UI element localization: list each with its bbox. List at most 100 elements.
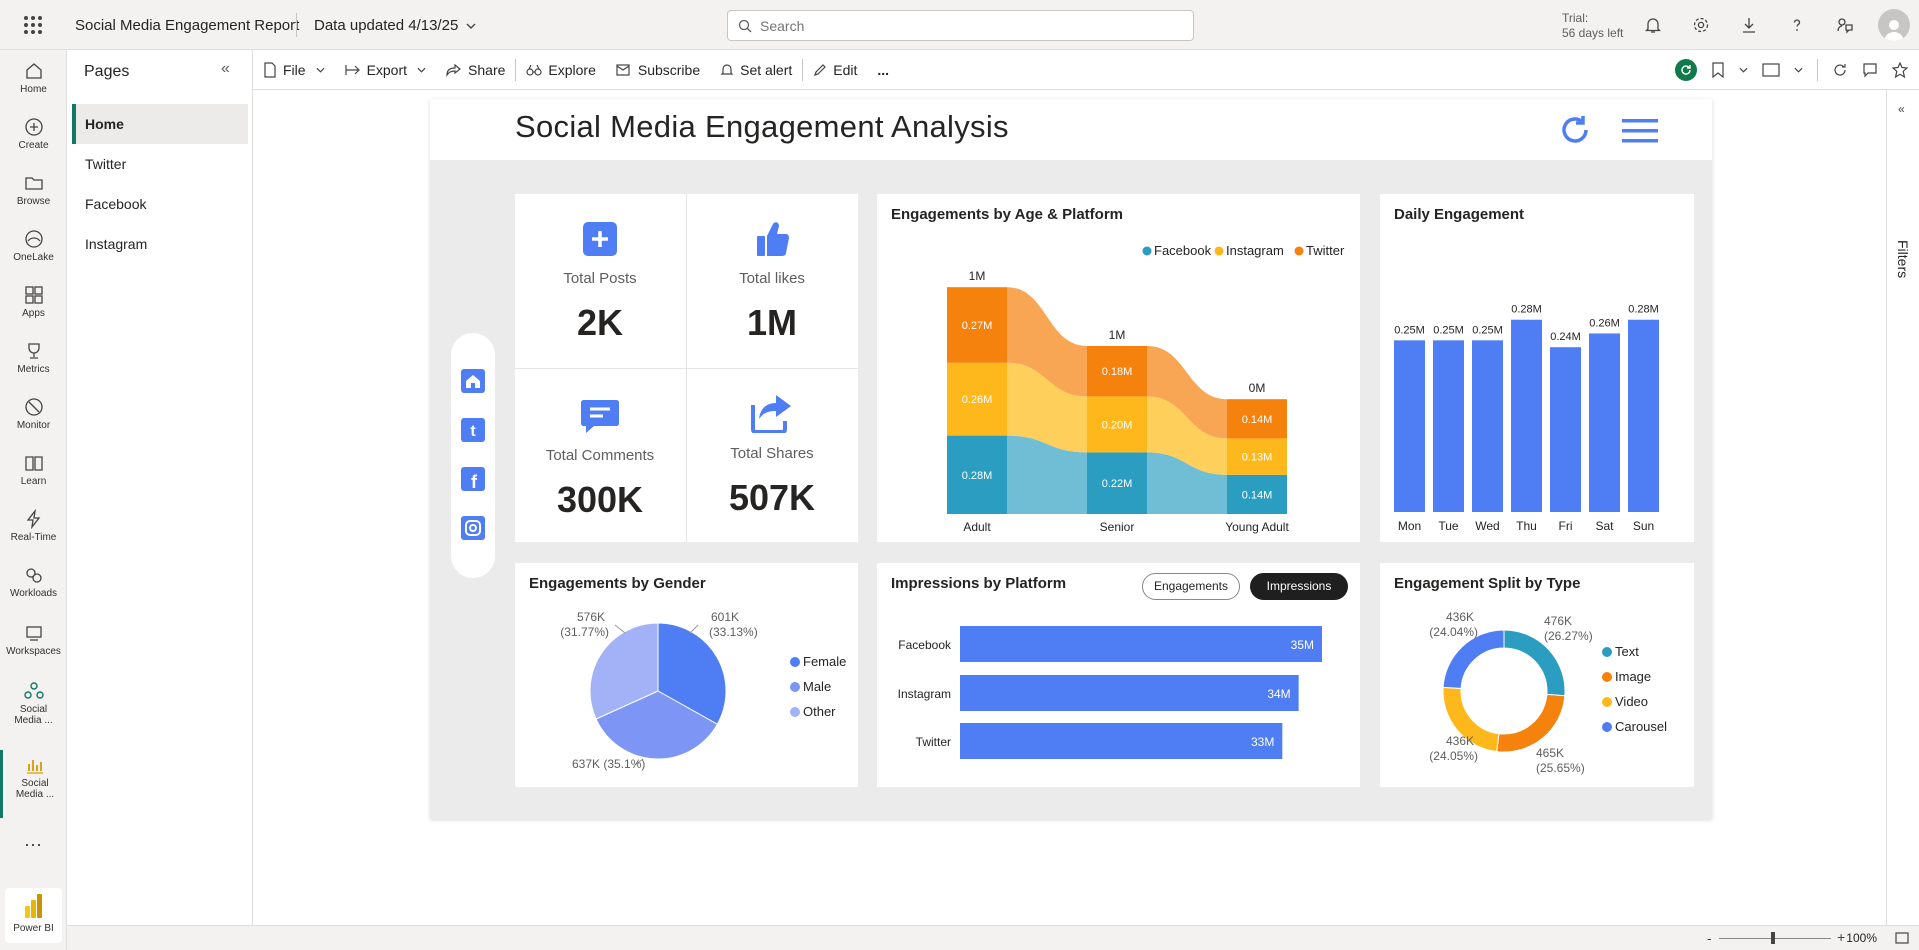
binoculars-icon [526,64,542,76]
age-platform-chart: Facebook Instagram Twitter 0.28M 0.26M 0.27M 1… [947,243,1345,534]
rail-learn[interactable]: Learn [0,450,67,487]
y-tick-label: Twitter [916,735,951,749]
explore-button[interactable]: Explore [516,50,605,90]
create-icon [24,118,43,136]
trial-label: Trial: [1562,11,1589,25]
chevron-down-icon [466,23,476,29]
y-tick-label: Instagram [898,687,951,701]
user-avatar[interactable] [1878,9,1910,41]
rail-onelake[interactable]: OneLake [0,226,67,263]
instagram-icon[interactable] [461,516,485,540]
page-item-home[interactable]: Home [72,104,248,144]
filters-pane-collapsed[interactable]: « Filters [1886,90,1919,925]
chevron-down-icon[interactable] [1794,67,1803,73]
rail-workspaces[interactable]: Workspaces [0,620,67,657]
daily-engagement-chart: 0.25M Mon 0.25M Tue 0.25M Wed 0.28M Thu 0.24M Fri… [1394,304,1659,533]
legend-marker-other [790,707,800,717]
kpi-label: Total Shares [730,445,814,462]
daily-bar [1511,319,1542,512]
data-label: (31.77%) [560,625,609,639]
facebook-icon[interactable]: f [461,467,485,491]
data-label: 0.14M [1242,414,1273,426]
rail-metrics[interactable]: Metrics [0,338,67,375]
chevron-down-icon[interactable] [1739,67,1748,73]
more-options-button[interactable]: ... [867,50,899,90]
rail-browse[interactable]: Browse [0,170,67,207]
legend-label: Text [1615,644,1639,659]
refresh-icon[interactable] [1832,62,1848,78]
rail-realtime[interactable]: Real-Time [0,506,67,543]
rail-workloads[interactable]: Workloads [0,562,67,599]
legend-label: Twitter [1306,243,1345,258]
subscribe-button[interactable]: Subscribe [606,50,710,90]
settings-gear-icon[interactable] [1688,12,1714,38]
share-feedback-icon[interactable] [1832,12,1858,38]
data-updated-dropdown[interactable]: Data updated 4/13/25 [314,17,476,34]
view-controls [1675,50,1908,90]
bookmark-icon[interactable] [1711,62,1725,78]
share-button[interactable]: Share [436,50,515,90]
explore-label: Explore [548,61,596,78]
search-input[interactable] [760,17,1160,34]
zoom-slider-thumb[interactable] [1771,932,1775,944]
rail-more-button[interactable]: ... [0,830,67,851]
data-label: 0.18M [1102,366,1133,378]
legend-label: Image [1615,669,1651,684]
rail-home[interactable]: Home [0,58,67,95]
file-menu[interactable]: File [253,50,335,90]
top-icon-group [1640,12,1858,38]
data-label: 436K [1446,610,1474,624]
search-box[interactable] [727,10,1194,41]
comment-icon[interactable] [1862,62,1878,78]
action-bar: File Export Share Explore Subscribe Set … [253,50,1919,90]
browse-icon [24,177,43,190]
kpi-label: Total Posts [563,270,637,287]
twitter-icon[interactable]: t [461,418,485,442]
favorite-star-icon[interactable] [1892,62,1908,78]
workspaces-icon [25,626,42,641]
zoom-slider-track[interactable] [1719,938,1831,939]
hamburger-menu-icon[interactable] [1621,117,1659,145]
gender-pie-chart: 601K(33.13%) 637K (35.1%) 576K(31.77%) Fema… [560,610,846,771]
reset-icon[interactable] [1558,113,1592,147]
legend-marker-video [1602,697,1612,707]
rail-create[interactable]: Create [0,114,67,151]
trial-status: Trial: 56 days left [1562,11,1623,41]
zoom-out-button[interactable]: - [1707,930,1712,946]
collapse-pages-icon[interactable]: « [221,60,230,78]
data-label: 0.25M [1472,324,1503,336]
rail-apps[interactable]: Apps [0,282,67,319]
page-item-twitter[interactable]: Twitter [72,144,248,184]
download-icon[interactable] [1736,12,1762,38]
help-icon[interactable] [1784,12,1810,38]
daily-bar [1472,340,1503,512]
data-label: 436K [1446,734,1474,748]
expand-filters-icon[interactable]: « [1898,102,1905,116]
page-item-facebook[interactable]: Facebook [72,184,248,224]
rail-workspace-social-media[interactable]: Social Media ... [0,678,67,726]
x-tick-label: Senior [1100,520,1135,534]
app-launcher-icon[interactable] [24,16,42,34]
kpi-value: 300K [556,479,644,520]
export-menu[interactable]: Export [335,50,436,90]
set-alert-button[interactable]: Set alert [710,50,802,90]
powerbi-switcher[interactable]: Power BI [5,888,62,943]
x-tick-label: Mon [1398,519,1421,533]
view-mode-icon[interactable] [1762,63,1780,77]
daily-bar [1433,340,1464,512]
fit-page-icon[interactable] [1895,931,1909,945]
data-label: 0.26M [962,394,993,406]
home-icon[interactable] [461,369,485,393]
data-label: (26.27%) [1544,629,1593,643]
age-platform-card: Engagements by Age & Platform Facebook In… [877,194,1360,542]
rail-report-social-media[interactable]: Social Media ... [0,750,67,818]
daily-bar [1628,319,1659,512]
zoom-in-button[interactable]: + [1837,929,1845,945]
data-label: 33M [1251,735,1274,749]
edit-button[interactable]: Edit [803,50,867,90]
notifications-bell-icon[interactable] [1640,12,1666,38]
page-item-instagram[interactable]: Instagram [72,224,248,264]
rail-monitor[interactable]: Monitor [0,394,67,431]
refresh-status-icon[interactable] [1675,59,1697,81]
pages-title: Pages [84,63,130,80]
